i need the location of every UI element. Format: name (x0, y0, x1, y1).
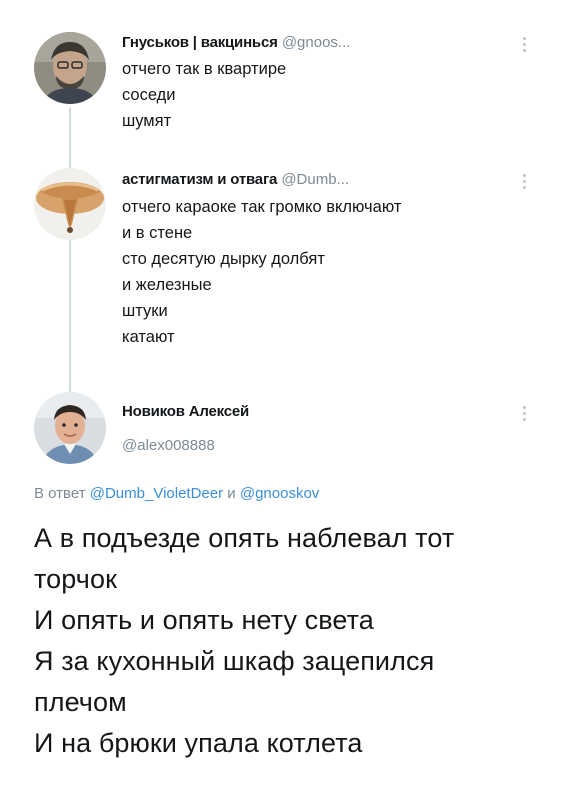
avatar[interactable] (34, 392, 106, 464)
main-tweet[interactable]: Новиков Алексей @alex008888 В ответ @Dum… (0, 0, 570, 807)
handle[interactable]: @alex008888 (122, 437, 215, 454)
tweet-line: Я за кухонный шкаф зацепился (34, 646, 435, 676)
handle-row: @alex008888 (122, 437, 215, 454)
tweet-line: плечом (34, 687, 127, 717)
tweet-header: Новиков Алексей (122, 403, 249, 420)
more-vertical-icon[interactable] (523, 406, 527, 421)
tweet-line: А в подъезде опять наблевал тот (34, 523, 455, 553)
tweet-line: торчок (34, 564, 117, 594)
reply-mention-link[interactable]: @gnooskov (240, 485, 319, 502)
tweet-line: И опять и опять нету света (34, 605, 374, 635)
reply-mention-link[interactable]: @Dumb_VioletDeer (90, 485, 223, 502)
main-tweet-text: А в подъезде опять наблевал тот торчок И… (34, 518, 554, 764)
reply-to-line: В ответ @Dumb_VioletDeer и @gnooskov (34, 485, 319, 502)
reply-prefix: В ответ (34, 485, 86, 502)
tweet-line: И на брюки упала котлета (34, 728, 363, 758)
reply-conjunction: и (227, 485, 236, 502)
display-name[interactable]: Новиков Алексей (122, 403, 249, 420)
